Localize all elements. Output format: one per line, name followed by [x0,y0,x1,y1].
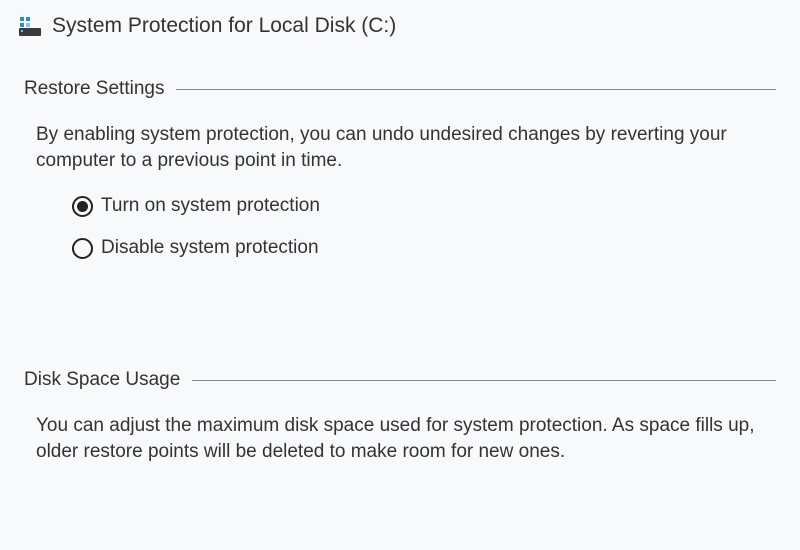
disk-protection-icon [18,14,42,38]
restore-settings-heading: Restore Settings [24,78,164,100]
protection-radio-group: Turn on system protection Disable system… [24,195,776,259]
radio-disable-protection[interactable]: Disable system protection [72,237,776,259]
content-area: Restore Settings By enabling system prot… [0,50,800,465]
radio-turn-on-protection[interactable]: Turn on system protection [72,195,776,217]
system-protection-dialog: System Protection for Local Disk (C:) Re… [0,0,800,550]
divider [176,89,776,90]
disk-space-usage-group: Disk Space Usage You can adjust the maxi… [24,369,776,464]
disk-usage-description: You can adjust the maximum disk space us… [24,413,776,464]
radio-label: Disable system protection [101,237,319,259]
window-title: System Protection for Local Disk (C:) [52,14,396,38]
divider [192,380,776,381]
group-header: Disk Space Usage [24,369,776,391]
titlebar: System Protection for Local Disk (C:) [0,0,800,50]
radio-button-icon [72,238,93,259]
group-header: Restore Settings [24,78,776,100]
radio-button-icon [72,196,93,217]
radio-label: Turn on system protection [101,195,320,217]
restore-settings-group: Restore Settings By enabling system prot… [24,78,776,259]
disk-usage-heading: Disk Space Usage [24,369,180,391]
restore-settings-description: By enabling system protection, you can u… [24,122,776,173]
